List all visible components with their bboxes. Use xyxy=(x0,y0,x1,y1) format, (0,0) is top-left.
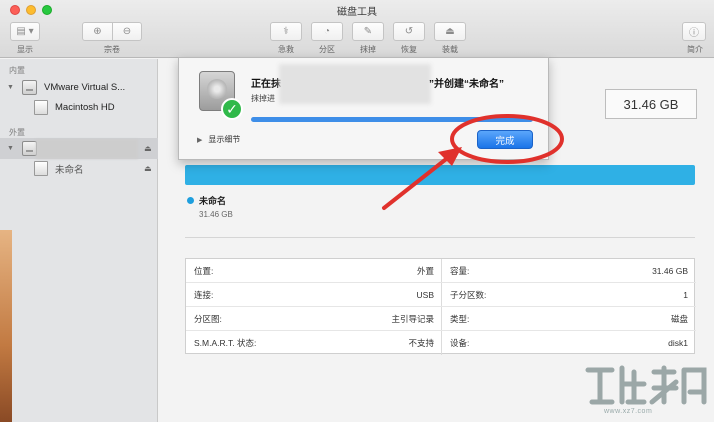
sidebar: 内置 ▼ VMware Virtual S... Macintosh HD 外置… xyxy=(0,59,158,422)
window-title: 磁盘工具 xyxy=(337,7,377,18)
toolbar: 磁盘工具 ▤ ▾ 显示 ⊕ ⊖ 宗卷 ⚕ 急救 ◔ 分区 ✎ 抹掉 ↺ 恢复 ⏏… xyxy=(0,0,714,58)
redacted-disk-name xyxy=(36,139,138,159)
erase-progress-sheet: ✓ 正在抹 ”并创建“未命名” 抹掉进 ▶ 显示细节 完成 xyxy=(178,57,549,160)
remove-volume-icon: ⊖ xyxy=(122,26,132,37)
erase-progress-bar xyxy=(251,117,533,122)
sidebar-item-macintosh-hd[interactable]: Macintosh HD xyxy=(34,100,115,115)
table-row: S.M.A.R.T. 状态: 不支持 设备: disk1 xyxy=(186,331,696,355)
checkmark-icon: ✓ xyxy=(221,98,243,120)
info-label: 容量: xyxy=(450,266,470,276)
sidebar-item-internal-disk[interactable]: VMware Virtual S... xyxy=(22,80,125,95)
info-value: USB xyxy=(416,290,434,300)
info-icon: ⓘ xyxy=(689,28,699,39)
capacity-display: 31.46 GB xyxy=(605,89,697,119)
info-value: disk1 xyxy=(668,338,688,348)
desktop-background xyxy=(0,230,12,422)
pie-icon: ◔ xyxy=(323,26,331,37)
stethoscope-icon: ⚕ xyxy=(283,26,289,37)
info-value: 主引导记录 xyxy=(391,314,434,324)
eraser-icon: ✎ xyxy=(363,26,373,37)
external-disclosure-icon[interactable]: ▼ xyxy=(7,145,14,152)
first-aid-button[interactable]: ⚕ xyxy=(270,22,302,41)
erase-button[interactable]: ✎ xyxy=(352,22,384,41)
eject-volume-icon[interactable]: ⏏ xyxy=(144,164,152,173)
info-label: 连接: xyxy=(194,290,214,300)
sidebar-icon: ▤ ▾ xyxy=(16,26,34,37)
external-section-header: 外置 xyxy=(9,128,25,137)
volume-icon xyxy=(34,100,48,115)
internal-volume-name: Macintosh HD xyxy=(55,102,115,113)
restore-button[interactable]: ↺ xyxy=(393,22,425,41)
divider xyxy=(185,237,695,238)
internal-disk-name: VMware Virtual S... xyxy=(44,82,126,93)
legend-volume-name: 未命名 xyxy=(199,196,227,206)
first-aid-label: 急救 xyxy=(278,45,294,54)
mount-button[interactable]: ⏏ xyxy=(434,22,466,41)
show-details-label: 显示细节 xyxy=(208,135,241,144)
internal-section-header: 内置 xyxy=(9,66,25,75)
table-row: 位置: 外置 容量: 31.46 GB xyxy=(186,259,696,283)
table-row: 连接: USB 子分区数: 1 xyxy=(186,283,696,307)
partition-button[interactable]: ◔ xyxy=(311,22,343,41)
disclosure-triangle-icon: ▶ xyxy=(197,136,203,144)
external-volume-name: 未命名 xyxy=(55,164,84,176)
mount-icon: ⏏ xyxy=(445,26,455,37)
show-details-toggle[interactable]: ▶ 显示细节 xyxy=(197,134,240,145)
restore-icon: ↺ xyxy=(404,26,414,37)
info-value: 1 xyxy=(683,290,688,300)
partition-label: 分区 xyxy=(319,45,335,54)
volume-label: 宗卷 xyxy=(104,45,120,54)
internal-disclosure-icon[interactable]: ▼ xyxy=(7,84,14,91)
info-label: 设备: xyxy=(450,338,470,348)
sheet-title: 正在抹 xyxy=(251,79,281,90)
eject-disk-icon[interactable]: ⏏ xyxy=(144,144,152,153)
external-disk-icon xyxy=(22,141,37,156)
display-label: 显示 xyxy=(17,45,33,54)
info-value: 不支持 xyxy=(408,338,434,348)
mount-label: 装载 xyxy=(442,45,458,54)
legend-volume-size: 31.46 GB xyxy=(199,210,233,219)
remove-volume-button[interactable]: ⊖ xyxy=(112,23,141,40)
info-table: 位置: 外置 容量: 31.46 GB 连接: USB 子分区数: 1 分区图:… xyxy=(185,258,696,355)
info-label: S.M.A.R.T. 状态: xyxy=(194,338,257,348)
volume-icon xyxy=(34,161,48,176)
sidebar-toggle-button[interactable]: ▤ ▾ xyxy=(10,22,40,41)
info-label: 子分区数: xyxy=(450,290,487,300)
sheet-subtitle: 抹掉进 xyxy=(251,94,275,103)
info-label: 简介 xyxy=(687,45,703,54)
done-button[interactable]: 完成 xyxy=(477,130,533,149)
sidebar-item-external-volume[interactable]: 未命名 xyxy=(34,161,84,176)
info-label: 分区图: xyxy=(194,314,222,324)
add-volume-button[interactable]: ⊕ xyxy=(83,23,112,40)
redacted-text xyxy=(279,64,431,104)
table-row: 分区图: 主引导记录 类型: 磁盘 xyxy=(186,307,696,331)
info-value: 31.46 GB xyxy=(652,266,688,276)
legend-color-dot xyxy=(187,197,194,204)
info-label: 类型: xyxy=(450,314,470,324)
add-volume-icon: ⊕ xyxy=(93,26,102,37)
restore-label: 恢复 xyxy=(401,45,417,54)
info-value: 外置 xyxy=(416,266,434,276)
disk-utility-window: 磁盘工具 ▤ ▾ 显示 ⊕ ⊖ 宗卷 ⚕ 急救 ◔ 分区 ✎ 抹掉 ↺ 恢复 ⏏… xyxy=(0,0,714,422)
info-label: 位置: xyxy=(194,266,214,276)
watermark-text: www.xz7.com xyxy=(604,408,653,415)
hard-disk-icon xyxy=(22,80,37,95)
partition-usage-bar xyxy=(185,165,695,185)
sheet-title-end: ”并创建“未命名” xyxy=(429,79,504,90)
erase-label: 抹掉 xyxy=(360,45,376,54)
info-button[interactable]: ⓘ xyxy=(682,22,706,41)
volume-button-group: ⊕ ⊖ xyxy=(82,22,142,41)
info-value: 磁盘 xyxy=(670,314,688,324)
